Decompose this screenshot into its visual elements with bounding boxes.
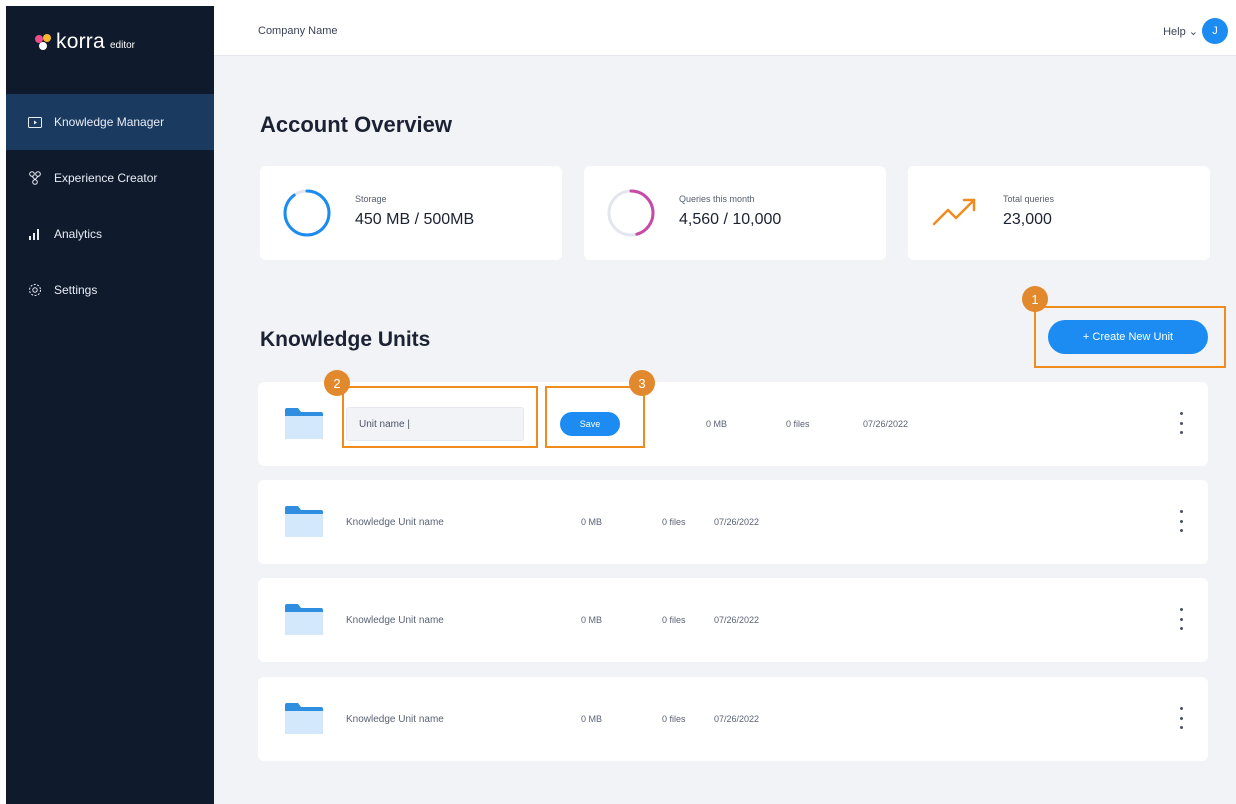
main-content: Account Overview Storage 450 MB / 500MB … (214, 56, 1236, 804)
unit-files: 0 files (662, 714, 686, 724)
stat-value: 450 MB / 500MB (355, 211, 475, 228)
company-name: Company Name (258, 25, 338, 37)
unit-row[interactable]: Knowledge Unit name 0 MB 0 files 07/26/2… (258, 677, 1208, 761)
queries-month-card: Queries this month 4,560 / 10,000 (584, 166, 886, 260)
unit-size: 0 MB (706, 419, 728, 429)
unit-files: 0 files (662, 615, 686, 625)
korra-logo-icon (35, 34, 51, 50)
stat-label: Total queries (1003, 194, 1055, 204)
sidebar-nav: Knowledge Manager Experience Creator Ana… (6, 94, 214, 318)
unit-name: Knowledge Unit name (346, 714, 444, 725)
sidebar-item-label: Settings (54, 283, 98, 297)
nodes-icon (28, 171, 42, 185)
unit-size: 0 MB (581, 714, 603, 724)
trending-up-icon (932, 198, 976, 226)
total-queries-card: Total queries 23,000 (908, 166, 1210, 260)
stat-label: Storage (355, 194, 387, 204)
callout-badge-3: 3 (629, 370, 655, 396)
knowledge-units-title: Knowledge Units (260, 328, 431, 351)
sidebar-item-experience-creator[interactable]: Experience Creator (6, 150, 214, 206)
folder-icon (285, 506, 323, 537)
avatar[interactable]: J (1202, 18, 1228, 44)
more-options-icon[interactable] (1176, 510, 1186, 532)
unit-files: 0 files (662, 517, 686, 527)
bar-chart-icon (28, 227, 42, 241)
sidebar-item-label: Analytics (54, 227, 103, 241)
account-overview-title: Account Overview (260, 112, 452, 137)
unit-row[interactable]: Knowledge Unit name 0 MB 0 files 07/26/2… (258, 578, 1208, 662)
sidebar-item-settings[interactable]: Settings (6, 262, 214, 318)
unit-date: 07/26/2022 (863, 419, 909, 429)
sidebar-item-analytics[interactable]: Analytics (6, 206, 214, 262)
folder-icon (285, 703, 323, 734)
logo-subtext: editor (110, 40, 136, 51)
more-options-icon[interactable] (1176, 608, 1186, 630)
sidebar-item-label: Knowledge Manager (54, 115, 165, 129)
folder-icon (285, 604, 323, 635)
logo-text: korra (56, 30, 105, 53)
callout-box-save (545, 386, 645, 448)
unit-date: 07/26/2022 (714, 517, 760, 527)
unit-date: 07/26/2022 (714, 714, 760, 724)
unit-date: 07/26/2022 (714, 615, 760, 625)
unit-files: 0 files (786, 419, 810, 429)
callout-box-input (342, 386, 538, 448)
stat-value: 23,000 (1003, 211, 1052, 228)
sidebar-item-knowledge-manager[interactable]: Knowledge Manager (6, 94, 214, 150)
stat-value: 4,560 / 10,000 (679, 211, 782, 228)
sidebar-item-label: Experience Creator (54, 171, 158, 185)
gear-icon (28, 283, 42, 297)
more-options-icon[interactable] (1176, 707, 1186, 729)
create-new-unit-button[interactable]: + Create New Unit (1048, 320, 1208, 354)
unit-name: Knowledge Unit name (346, 615, 444, 626)
folder-play-icon (28, 115, 42, 129)
queries-ring-icon (607, 189, 655, 237)
more-options-icon[interactable] (1176, 412, 1186, 434)
callout-badge-2: 2 (324, 370, 350, 396)
unit-size: 0 MB (581, 615, 603, 625)
unit-name: Knowledge Unit name (346, 517, 444, 528)
storage-card: Storage 450 MB / 500MB (260, 166, 562, 260)
help-menu[interactable]: Help ⌄ (1163, 25, 1198, 38)
sidebar: korra editor Knowledge Manager Experienc… (6, 6, 214, 804)
folder-icon (285, 408, 323, 439)
unit-size: 0 MB (581, 517, 603, 527)
storage-ring-icon (283, 189, 331, 237)
callout-badge-1: 1 (1022, 286, 1048, 312)
unit-row[interactable]: Knowledge Unit name 0 MB 0 files 07/26/2… (258, 480, 1208, 564)
stat-label: Queries this month (679, 194, 755, 204)
top-bar: Company Name Help ⌄ J (214, 6, 1236, 56)
